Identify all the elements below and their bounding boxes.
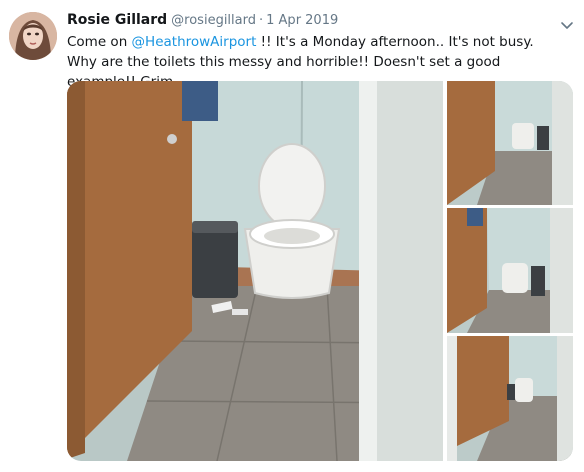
media-grid xyxy=(67,81,573,461)
tweet: Rosie Gillard @rosiegillard · 1 Apr 2019… xyxy=(0,0,584,472)
avatar[interactable] xyxy=(9,12,57,60)
photo-thumbnail-2[interactable] xyxy=(447,208,573,333)
separator-dot: · xyxy=(259,13,264,28)
photo-thumbnail-3[interactable] xyxy=(447,336,573,461)
tweet-header: Rosie Gillard @rosiegillard · 1 Apr 2019 xyxy=(67,12,338,32)
photo-thumbnail-1[interactable] xyxy=(447,81,573,205)
author-name[interactable]: Rosie Gillard xyxy=(67,12,167,28)
tweet-date[interactable]: 1 Apr 2019 xyxy=(266,13,338,28)
tweet-text-start: Come on xyxy=(67,34,132,50)
mention-link[interactable]: @HeathrowAirport xyxy=(132,34,257,50)
chevron-down-icon[interactable] xyxy=(560,16,574,29)
author-handle[interactable]: @rosiegillard xyxy=(171,13,256,28)
photo-main[interactable] xyxy=(67,81,443,461)
